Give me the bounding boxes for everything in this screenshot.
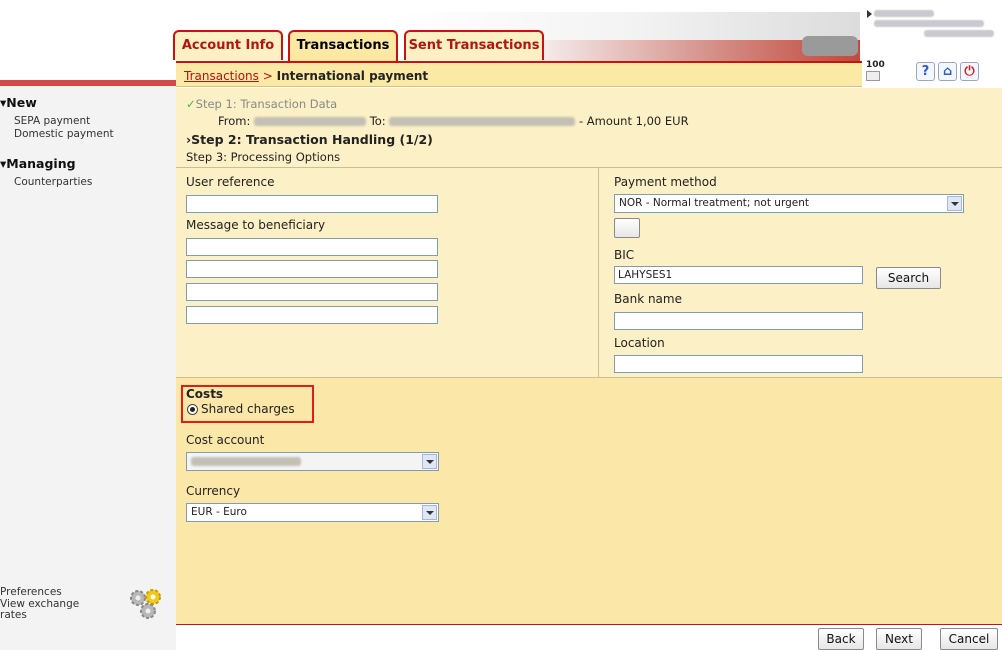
home-icon[interactable]: ⌂ — [938, 62, 957, 81]
message-line-4-input[interactable] — [186, 306, 438, 324]
bic-label: BIC — [614, 248, 635, 262]
header-pill[interactable] — [802, 36, 858, 56]
user-arrow-icon — [867, 10, 872, 18]
sidebar-item-domestic[interactable]: Domestic payment — [14, 128, 114, 140]
bank-name-input[interactable] — [614, 312, 863, 330]
sidebar-link-exchange[interactable]: View exchange rates — [0, 599, 90, 621]
step-1-details: From: To: - Amount 1,00 EUR — [218, 114, 689, 128]
shared-charges-label[interactable]: Shared charges — [201, 402, 295, 416]
gears-icon — [130, 589, 161, 619]
help-icon[interactable]: ? — [916, 62, 935, 81]
cost-account-label: Cost account — [186, 433, 265, 447]
payment-method-select[interactable]: NOR - Normal treatment; not urgent — [614, 194, 964, 213]
user-reference-input[interactable] — [186, 195, 438, 213]
location-input[interactable] — [614, 355, 863, 373]
cost-account-select[interactable] — [186, 452, 439, 471]
mail-count: 100 — [866, 60, 885, 70]
tab-sent-transactions[interactable]: Sent Transactions — [404, 30, 544, 60]
breadcrumb-current: International payment — [276, 69, 429, 83]
message-line-1-input[interactable] — [186, 238, 438, 256]
sidebar-heading-new[interactable]: ▾New — [0, 95, 37, 110]
user-reference-label: User reference — [186, 175, 275, 189]
sidebar-item-sepa[interactable]: SEPA payment — [14, 115, 90, 127]
currency-label: Currency — [186, 484, 241, 498]
bic-input[interactable]: LAHYSES1 — [614, 266, 863, 284]
bank-name-label: Bank name — [614, 292, 682, 306]
tab-transactions[interactable]: Transactions — [288, 30, 398, 63]
shared-charges-radio[interactable] — [187, 404, 198, 415]
from-account-masked — [254, 117, 367, 126]
breadcrumb: Transactions > International payment — [176, 63, 862, 87]
message-line-3-input[interactable] — [186, 283, 438, 301]
payment-method-extra-button[interactable] — [614, 218, 640, 238]
chevron-down-icon — [947, 196, 962, 211]
breadcrumb-link[interactable]: Transactions — [184, 69, 259, 83]
payment-method-value: NOR - Normal treatment; not urgent — [619, 197, 809, 209]
to-account-masked — [389, 117, 576, 126]
location-label: Location — [614, 336, 665, 350]
message-line-2-input[interactable] — [186, 260, 438, 278]
check-icon: ✓ — [186, 97, 196, 111]
step-1: ✓Step 1: Transaction Data — [186, 97, 338, 111]
column-divider — [598, 168, 599, 377]
tab-account-info[interactable]: Account Info — [173, 30, 283, 60]
currency-select[interactable]: EUR - Euro — [186, 503, 439, 522]
sidebar-link-preferences[interactable]: Preferences — [0, 586, 62, 598]
cost-account-masked — [191, 456, 301, 466]
back-button[interactable]: Back — [818, 628, 864, 650]
chevron-down-icon — [422, 505, 437, 520]
cancel-button[interactable]: Cancel — [940, 628, 998, 650]
search-button[interactable]: Search — [876, 267, 941, 289]
breadcrumb-separator: > — [262, 69, 273, 83]
sidebar-item-counterparties[interactable]: Counterparties — [14, 176, 92, 188]
next-button[interactable]: Next — [876, 628, 922, 650]
message-label: Message to beneficiary — [186, 218, 326, 232]
section-divider — [176, 167, 1002, 168]
step-2: ›Step 2: Transaction Handling (1/2) — [186, 132, 433, 147]
mail-icon[interactable] — [866, 71, 880, 81]
sidebar-heading-managing[interactable]: ▾Managing — [0, 156, 76, 171]
chevron-down-icon — [422, 454, 437, 469]
currency-value: EUR - Euro — [191, 506, 247, 518]
logout-icon[interactable]: ⏻ — [960, 62, 979, 81]
step-3: Step 3: Processing Options — [186, 150, 341, 164]
payment-method-label: Payment method — [614, 175, 717, 189]
costs-label: Costs — [186, 387, 224, 401]
